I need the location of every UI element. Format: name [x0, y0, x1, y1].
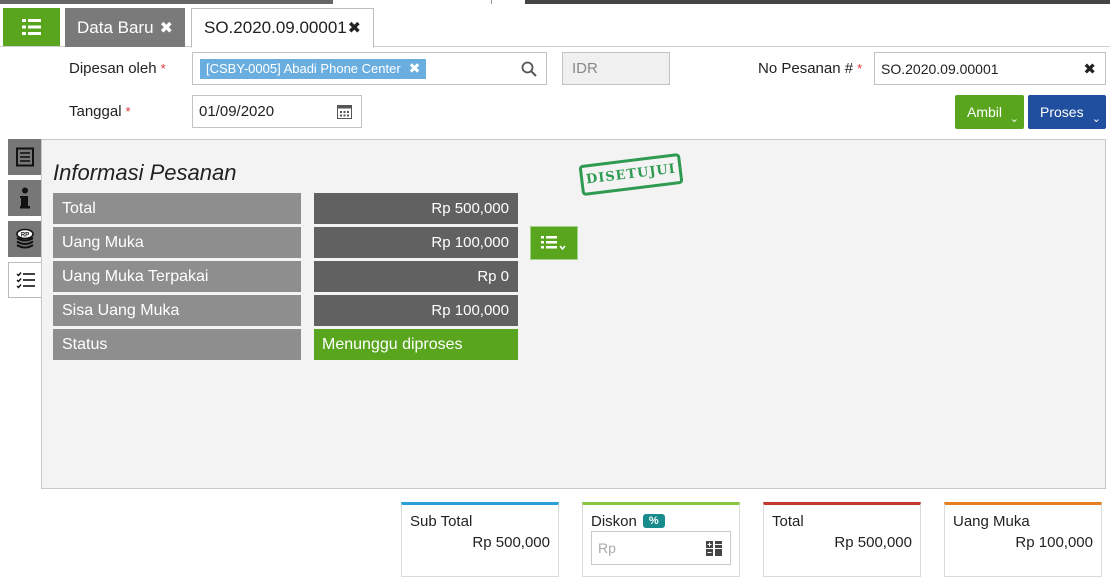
row-label: Sisa Uang Muka	[53, 295, 301, 326]
required-mark: *	[160, 61, 166, 76]
close-icon[interactable]: ✖	[348, 18, 361, 38]
side-tab-document[interactable]	[8, 139, 42, 175]
row-label: Total	[53, 193, 301, 224]
ordered-by-label: Dipesan oleh *	[69, 60, 166, 77]
side-tab-payment[interactable]: RP	[8, 221, 42, 257]
card-label: Uang Muka	[953, 513, 1030, 530]
date-input[interactable]: 01/09/2020	[192, 95, 362, 128]
card-value: Rp 500,000	[472, 534, 550, 551]
card-label: Diskon%	[591, 513, 665, 530]
coins-icon: RP	[16, 228, 34, 249]
chevron-down-icon: ⌄	[1009, 113, 1019, 125]
tab-data-baru[interactable]: Data Baru ✖	[65, 8, 185, 47]
chip-remove-icon[interactable]: ✖	[409, 60, 421, 77]
row-value: Rp 100,000	[314, 295, 518, 326]
required-mark: *	[857, 61, 863, 76]
chevron-down-icon: ⌄	[1091, 113, 1101, 125]
date-label: Tanggal *	[69, 103, 131, 120]
row-label: Uang Muka	[53, 227, 301, 258]
side-tab-info[interactable]	[8, 180, 42, 216]
card-label: Sub Total	[410, 513, 473, 530]
card-label: Total	[772, 513, 804, 530]
approved-stamp: DISETUJUI	[578, 152, 684, 197]
down-payment-card: Uang Muka Rp 100,000	[944, 502, 1102, 577]
panel-title: Informasi Pesanan	[53, 160, 237, 185]
customer-select[interactable]: [CSBY-0005] Abadi Phone Center ✖	[192, 52, 547, 85]
tab-bar: Data Baru ✖ SO.2020.09.00001 ✖	[0, 4, 1110, 48]
required-mark: *	[125, 104, 131, 119]
down-payment-menu-button[interactable]	[530, 226, 578, 260]
document-icon	[16, 147, 34, 167]
checklist-icon	[16, 272, 35, 289]
customer-chip: [CSBY-0005] Abadi Phone Center ✖	[200, 58, 427, 79]
info-icon	[20, 187, 30, 209]
proses-button[interactable]: Proses ⌄	[1028, 95, 1106, 129]
tab-sales-order[interactable]: SO.2020.09.00001 ✖	[191, 8, 374, 48]
close-icon[interactable]: ✖	[160, 18, 173, 38]
subtotal-card: Sub Total Rp 500,000	[401, 502, 559, 577]
order-no-input[interactable]: SO.2020.09.00001 ✖	[874, 52, 1106, 85]
total-card: Total Rp 500,000	[763, 502, 921, 577]
tab-label: SO.2020.09.00001	[204, 18, 347, 37]
calendar-icon[interactable]	[337, 104, 352, 119]
order-no-label: No Pesanan # *	[758, 60, 863, 77]
list-icon	[21, 19, 41, 35]
discount-input[interactable]: Rp	[591, 531, 731, 565]
svg-text:RP: RP	[21, 232, 29, 238]
row-label: Status	[53, 329, 301, 360]
status-badge: Menunggu diproses	[314, 329, 518, 360]
card-value: Rp 100,000	[1015, 534, 1093, 551]
calculator-icon[interactable]	[706, 541, 722, 556]
row-value: Rp 500,000	[314, 193, 518, 224]
percent-toggle[interactable]: %	[642, 514, 665, 528]
order-info-panel: Informasi Pesanan DISETUJUI Total Rp 500…	[41, 139, 1106, 489]
menu-button[interactable]	[3, 8, 60, 46]
tab-label: Data Baru	[77, 17, 154, 37]
search-icon[interactable]	[521, 61, 537, 77]
side-tab-checklist[interactable]	[8, 262, 42, 298]
discount-card: Diskon% Rp	[582, 502, 740, 577]
ambil-button[interactable]: Ambil ⌄	[955, 95, 1024, 129]
list-icon	[541, 236, 566, 251]
row-label: Uang Muka Terpakai	[53, 261, 301, 292]
currency-field: IDR	[562, 52, 670, 85]
card-value: Rp 500,000	[834, 534, 912, 551]
row-value: Rp 100,000	[314, 227, 518, 258]
clear-icon[interactable]: ✖	[1083, 60, 1096, 78]
row-value: Rp 0	[314, 261, 518, 292]
